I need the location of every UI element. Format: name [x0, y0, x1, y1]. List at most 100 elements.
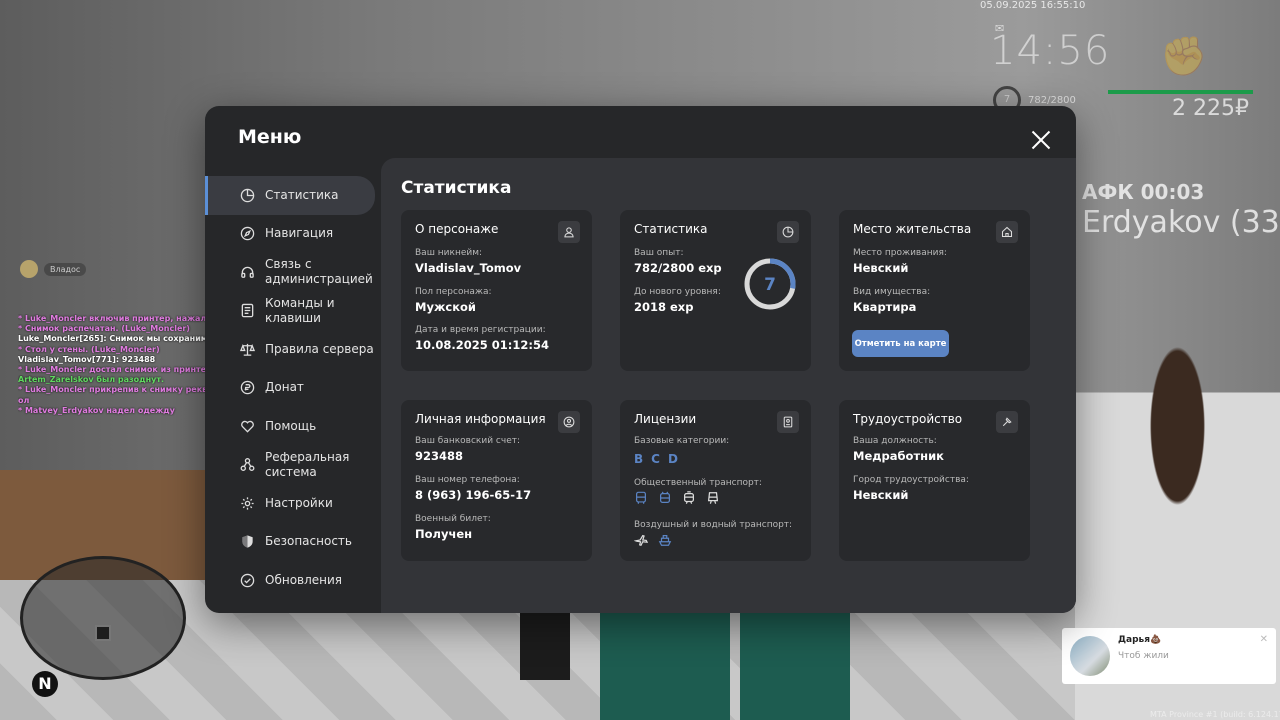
sidebar-item-label: Статистика	[265, 187, 339, 202]
field-label: Место проживания:	[853, 248, 947, 258]
field-value: Невский	[853, 261, 909, 275]
compass-icon	[238, 225, 256, 243]
sidebar-item-updates[interactable]: Обновления	[205, 561, 381, 600]
notification-toast[interactable]: Дарья💩 Чтоб жили ✕	[1062, 628, 1276, 684]
sidebar: Статистика Навигация Связь с администрац…	[205, 176, 381, 600]
field-label: Общественный транспорт:	[634, 478, 762, 488]
field-value: Невский	[853, 488, 909, 502]
fist-icon: ✊	[1160, 34, 1208, 78]
card-title: Место жительства	[853, 222, 972, 236]
character-legs	[520, 610, 570, 680]
sidebar-item-help[interactable]: Помощь	[205, 407, 381, 446]
field-label: Базовые категории:	[634, 436, 730, 446]
sidebar-item-donate[interactable]: Донат	[205, 369, 381, 408]
card-title: Лицензии	[634, 412, 697, 426]
field-label: Город трудоустройства:	[853, 475, 969, 485]
license-categories: B C D	[634, 452, 678, 466]
sidebar-item-commands[interactable]: Команды и клавиши	[205, 292, 381, 331]
check-circle-icon	[238, 571, 256, 589]
player-nick: Erdyakov (33	[1082, 205, 1280, 240]
user-circle-icon	[558, 411, 580, 433]
card-personal: Личная информация Ваш банковский счет: 9…	[401, 400, 592, 561]
pie-chart-icon	[238, 186, 256, 204]
shield-icon	[238, 533, 256, 551]
sidebar-item-statistics[interactable]: Статистика	[205, 176, 375, 215]
sidebar-item-navigation[interactable]: Навигация	[205, 215, 381, 254]
tram-icon	[682, 491, 696, 505]
sidebar-item-rules[interactable]: Правила сервера	[205, 330, 381, 369]
hud-time: 14:56	[990, 28, 1111, 74]
character-legs	[740, 610, 850, 720]
card-character: О персонаже Ваш никнейм: Vladislav_Tomov…	[401, 210, 592, 371]
build-info: MTA Province #1 (build: 6.124.17...	[1150, 710, 1280, 719]
sidebar-item-label: Навигация	[265, 226, 334, 241]
statistics-panel: Статистика О персонаже Ваш никнейм: Vlad…	[381, 158, 1076, 613]
card-title: Статистика	[634, 222, 708, 236]
license-category: C	[651, 452, 660, 466]
sidebar-item-label: Донат	[265, 380, 304, 395]
field-value: 8 (963) 196-65-17	[415, 488, 532, 502]
hud-health-bar	[1108, 90, 1253, 94]
sidebar-item-label: Помощь	[265, 418, 317, 433]
bus-icon	[634, 491, 648, 505]
headset-icon	[238, 263, 256, 281]
field-label: До нового уровня:	[634, 287, 721, 297]
avatar	[1070, 636, 1110, 676]
card-stats: Статистика Ваш опыт: 782/2800 exp До нов…	[620, 210, 811, 371]
sidebar-item-label: Обновления	[265, 572, 343, 587]
field-label: Ваш никнейм:	[415, 248, 483, 258]
sidebar-item-label: Безопасность	[265, 534, 352, 549]
license-category: B	[634, 452, 644, 466]
field-value: Получен	[415, 527, 473, 541]
sidebar-item-label: Реферальная система	[265, 449, 350, 479]
close-icon[interactable]	[1031, 130, 1051, 150]
card-title: Личная информация	[415, 412, 546, 426]
level-ring: 7	[744, 258, 796, 310]
hud-exp: 782/2800	[1028, 95, 1076, 106]
air-water-transport-icons	[634, 533, 672, 547]
sidebar-item-settings[interactable]: Настройки	[205, 484, 381, 523]
sidebar-item-label: Связь с администрацией	[265, 257, 373, 287]
sidebar-item-security[interactable]: Безопасность	[205, 523, 381, 562]
sidebar-item-label: Правила сервера	[265, 341, 374, 356]
card-title: Трудоустройство	[853, 412, 963, 426]
minimap	[20, 556, 186, 680]
plane-icon	[634, 533, 648, 547]
character-legs	[600, 600, 730, 720]
trolleybus-icon	[658, 491, 672, 505]
hud-money: 2 225₽	[1172, 96, 1249, 121]
field-value: Квартира	[853, 300, 917, 314]
field-label: Дата и время регистрации:	[415, 325, 546, 335]
afk-label: АФК 00:03	[1082, 180, 1205, 204]
coin-icon	[238, 379, 256, 397]
field-label: Ваша должность:	[853, 436, 937, 446]
notification-message: Чтоб жили	[1118, 651, 1169, 661]
license-category: D	[667, 452, 678, 466]
field-value: 2018 exp	[634, 300, 694, 314]
card-title: О персонаже	[415, 222, 499, 236]
menu-title: Меню	[238, 126, 302, 148]
field-label: Ваш опыт:	[634, 248, 684, 258]
voice-indicator: Владос	[20, 260, 87, 278]
field-value: 10.08.2025 01:12:54	[415, 338, 549, 352]
card-employment: Трудоустройство Ваша должность: Медработ…	[839, 400, 1030, 561]
card-residence: Место жительства Место проживания: Невск…	[839, 210, 1030, 371]
field-value: 782/2800 exp	[634, 261, 722, 275]
notification-title: Дарья💩	[1118, 635, 1162, 645]
hammer-icon	[996, 411, 1018, 433]
field-label: Пол персонажа:	[415, 287, 492, 297]
network-icon	[238, 456, 256, 474]
gear-icon	[238, 494, 256, 512]
player-marker	[95, 625, 111, 641]
mark-on-map-button[interactable]: Отметить на карте	[852, 330, 949, 357]
sidebar-item-referral[interactable]: Реферальная система	[205, 446, 381, 485]
sidebar-item-label: Настройки	[265, 495, 333, 510]
scales-icon	[238, 340, 256, 358]
close-icon[interactable]: ✕	[1260, 634, 1268, 645]
user-icon	[558, 221, 580, 243]
sidebar-item-admin-contact[interactable]: Связь с администрацией	[205, 253, 381, 292]
field-value: 923488	[415, 449, 464, 463]
page-title: Статистика	[401, 178, 512, 198]
boat-icon	[658, 533, 672, 547]
id-badge-icon	[777, 411, 799, 433]
